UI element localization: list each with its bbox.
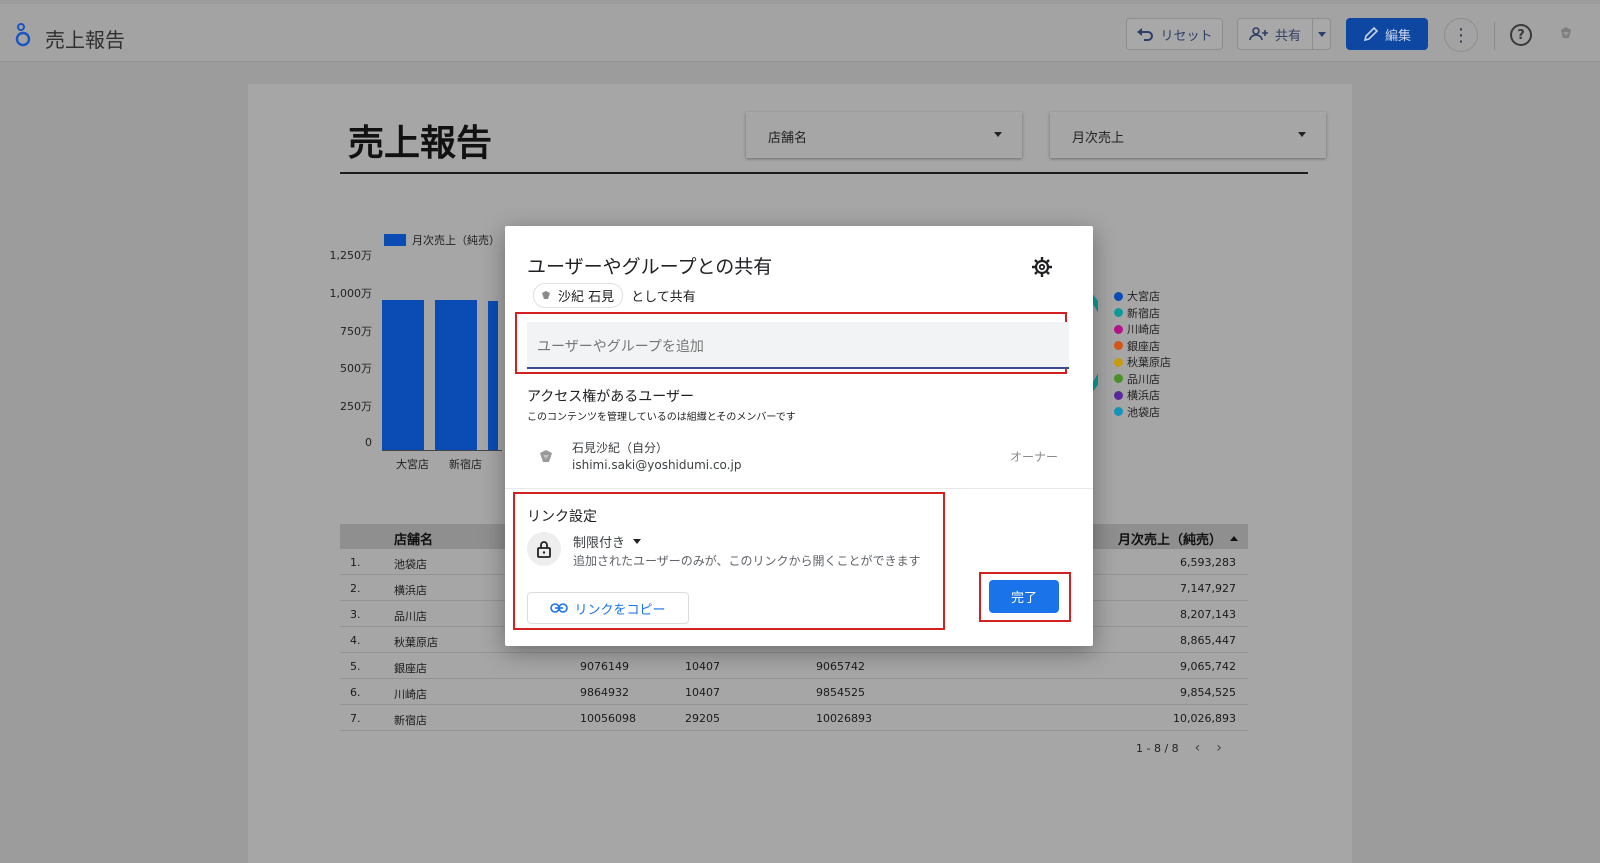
column-header-sales[interactable]: 月次売上（純売） [1118, 529, 1238, 548]
link-settings-title: リンク設定 [527, 509, 597, 525]
more-options-button[interactable]: ⋮ [1444, 18, 1478, 52]
table-row: 5. 銀座店 9076149 10407 9065742 9,065,742 [340, 653, 1248, 679]
reset-label: リセット [1160, 28, 1213, 44]
reset-button[interactable]: リセット [1126, 18, 1223, 50]
pie-legend-item: 川崎店 [1114, 321, 1171, 338]
x-axis-line [382, 450, 502, 451]
pie-legend-item: 大宮店 [1114, 288, 1171, 305]
caret-down-icon [994, 132, 1002, 137]
copy-link-button[interactable]: リンクをコピー [527, 592, 689, 624]
table-row: 6. 川崎店 9864932 10407 9854525 9,854,525 [340, 679, 1248, 705]
bar [435, 300, 477, 450]
access-section-subtitle: このコンテンツを管理しているのは組織とそのメンバーです [527, 412, 796, 423]
pie-legend-item: 池袋店 [1114, 404, 1171, 421]
user-role: オーナー [1010, 450, 1059, 464]
legend-swatch [384, 234, 406, 246]
pie-legend-item: 品川店 [1114, 371, 1171, 388]
lock-icon [527, 532, 561, 566]
pencil-icon [1363, 26, 1379, 42]
bar-chart-legend: 月次売上（純売） [384, 232, 500, 248]
access-section-title: アクセス権があるユーザー [527, 389, 695, 405]
app-title: 売上報告 [45, 28, 125, 52]
sort-ascending-icon [1230, 536, 1238, 541]
store-filter-dropdown[interactable]: 店舗名 [746, 112, 1022, 158]
avatar-icon [542, 290, 550, 299]
more-vert-icon: ⋮ [1452, 24, 1470, 46]
pager-label: 1 - 8 / 8 [1136, 741, 1179, 755]
y-tick: 500万 [340, 362, 372, 375]
y-tick: 250万 [340, 400, 372, 413]
report-title: 売上報告 [348, 123, 493, 164]
gear-icon[interactable] [1031, 256, 1053, 278]
bar [488, 301, 498, 450]
table-pager: 1 - 8 / 8 ‹ › [1136, 740, 1222, 756]
add-person-icon [1249, 27, 1268, 41]
caret-down-icon [1298, 132, 1306, 137]
next-page-icon[interactable]: › [1216, 740, 1222, 756]
x-tick: 新宿店 [449, 458, 482, 471]
account-avatar-icon[interactable] [1558, 26, 1574, 42]
y-tick: 1,000万 [329, 287, 373, 300]
share-as-chip: 沙紀 石見 として共有 [533, 283, 696, 308]
y-tick: 1,250万 [329, 249, 373, 262]
caret-down-icon [1317, 31, 1326, 37]
store-filter-label: 店舗名 [768, 131, 808, 146]
caret-down-icon [633, 539, 642, 544]
prev-page-icon[interactable]: ‹ [1195, 740, 1201, 756]
column-header-store[interactable]: 店舗名 [394, 529, 433, 548]
pie-legend-item: 秋葉原店 [1114, 354, 1171, 371]
app-logo-icon [15, 23, 31, 47]
undo-icon [1137, 28, 1154, 41]
link-icon [550, 603, 569, 613]
dialog-title: ユーザーやグループとの共有 [527, 256, 773, 278]
user-email: ishimi.saki@yoshidumi.co.jp [572, 458, 742, 472]
bar [382, 300, 424, 450]
share-dropdown-button[interactable] [1312, 18, 1331, 50]
user-avatar-icon [540, 450, 552, 462]
title-underline [340, 172, 1308, 174]
top-bar: 売上報告 リセット 共有 編集 ⋮ ? [0, 4, 1600, 62]
restriction-description: 追加されたユーザーのみが、このリンクから開くことができます [573, 554, 921, 568]
monthly-sales-filter-label: 月次売上 [1072, 131, 1125, 146]
table-row: 7. 新宿店 10056098 29205 10026893 10,026,893 [340, 705, 1248, 731]
y-tick: 750万 [340, 325, 372, 338]
share-as-suffix: として共有 [631, 290, 696, 305]
legend-label: 月次売上（純売） [412, 234, 500, 247]
pie-chart-legend: 大宮店 新宿店 川崎店 銀座店 秋葉原店 品川店 横浜店 池袋店 [1114, 288, 1171, 420]
pie-legend-item: 銀座店 [1114, 338, 1171, 355]
pie-legend-item: 横浜店 [1114, 387, 1171, 404]
share-as-account[interactable]: 沙紀 石見 [533, 283, 624, 308]
toolbar-divider [1494, 22, 1495, 50]
help-icon[interactable]: ? [1510, 24, 1532, 46]
user-name: 石見沙紀（自分） [572, 441, 669, 455]
edit-button[interactable]: 編集 [1346, 18, 1428, 50]
share-label: 共有 [1274, 28, 1301, 44]
y-tick: 0 [365, 436, 372, 449]
restriction-dropdown[interactable]: 制限付き [573, 532, 642, 551]
share-dialog: ユーザーやグループとの共有 沙紀 石見 として共有 ユーザーやグループを追加 ア… [505, 226, 1093, 646]
pie-legend-item: 新宿店 [1114, 305, 1171, 322]
monthly-sales-filter-dropdown[interactable]: 月次売上 [1050, 112, 1326, 158]
section-divider [505, 488, 1093, 489]
add-users-input[interactable]: ユーザーやグループを追加 [527, 322, 1069, 369]
share-button[interactable]: 共有 [1237, 18, 1313, 50]
done-button[interactable]: 完了 [989, 580, 1059, 613]
edit-label: 編集 [1384, 28, 1411, 44]
x-tick: 大宮店 [396, 458, 429, 471]
